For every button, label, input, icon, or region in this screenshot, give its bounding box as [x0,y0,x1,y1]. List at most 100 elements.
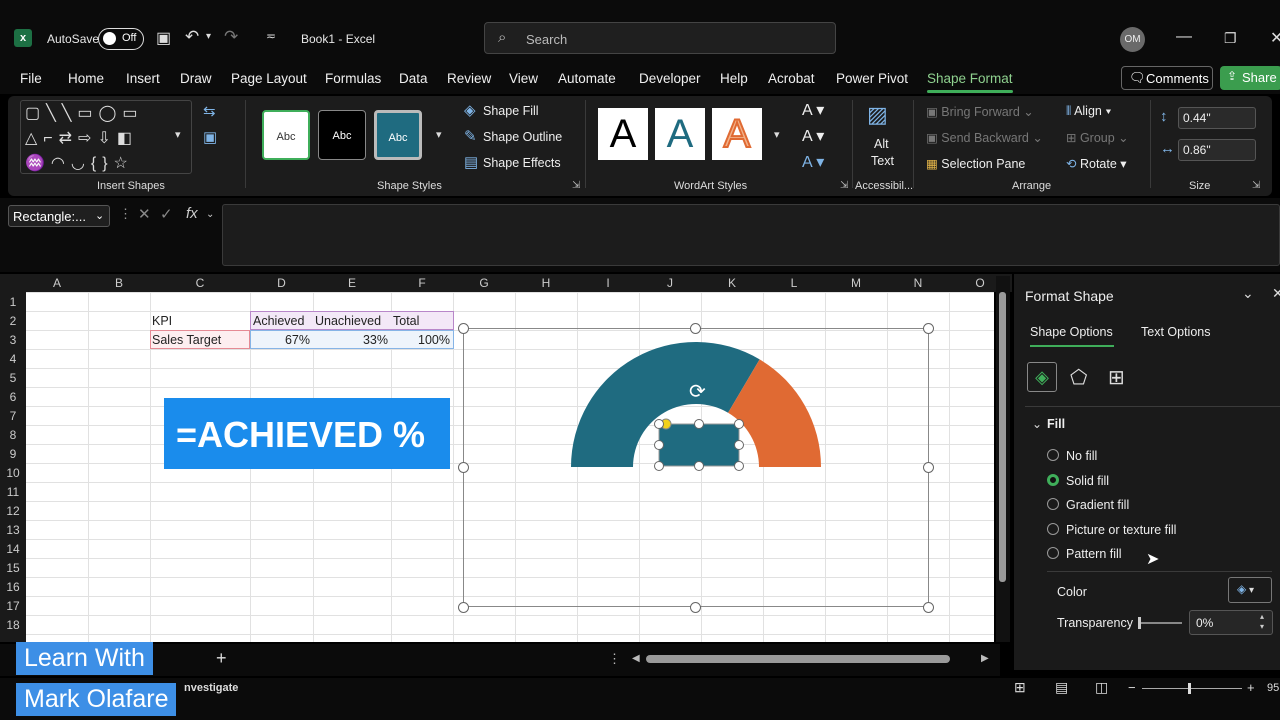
shape-gallery-more-icon[interactable]: ▾ [175,128,181,141]
shape-effects-button[interactable]: Shape Effects [483,156,561,170]
resize-handle[interactable] [923,462,934,473]
transparency-input[interactable]: 0% ▴ ▾ [1189,610,1273,635]
resize-handle[interactable] [690,323,701,334]
shape-height-input[interactable]: 0.44" [1178,107,1256,129]
text-box-icon[interactable]: ▣ [203,128,217,146]
column-header[interactable]: M [825,276,887,290]
search-box[interactable]: ⌕ Search [484,22,836,54]
table-cell-kpi[interactable]: Sales Target [152,333,221,347]
bring-forward-button[interactable]: ▣ Bring Forward ⌄ [926,104,1034,119]
column-header[interactable]: K [701,276,763,290]
column-header[interactable]: C [150,276,250,290]
insert-function-icon[interactable]: fx [186,205,198,222]
panel-close-icon[interactable]: ✕ [1272,285,1280,302]
column-header[interactable]: N [887,276,949,290]
tab-home[interactable]: Home [68,71,104,86]
row-header[interactable]: 7 [0,409,26,423]
resize-handle[interactable] [458,323,469,334]
fill-line-icon[interactable]: ◈ [1027,362,1057,392]
vertical-scrollbar[interactable] [996,276,1010,642]
label-solid-fill[interactable]: Solid fill [1066,474,1109,488]
row-header[interactable]: 6 [0,390,26,404]
tab-draw[interactable]: Draw [180,71,212,86]
close-icon[interactable]: ✕ [1270,28,1280,48]
achieved-banner[interactable]: =ACHIEVED % [164,398,450,469]
shape-gallery[interactable]: ▢╲╲▭◯▭ △⌐⇄⇨⇩◧ ♒◠◡{}☆ [20,100,192,174]
wordart-style-1[interactable]: A [598,108,648,160]
row-header[interactable]: 14 [0,542,26,556]
spin-icon[interactable]: ▴ ▾ [1260,612,1264,632]
column-header[interactable]: D [250,276,313,290]
column-header[interactable]: A [26,276,88,290]
size-launcher-icon[interactable]: ⇲ [1252,180,1260,191]
minimize-icon[interactable]: — [1176,28,1192,46]
column-header[interactable]: L [763,276,825,290]
tab-data[interactable]: Data [399,71,428,86]
effects-icon[interactable]: ⬠ [1070,365,1087,390]
resize-handle[interactable] [458,602,469,613]
alt-text-line1[interactable]: Alt [874,137,889,151]
row-header[interactable]: 3 [0,333,26,347]
alt-text-line2[interactable]: Text [871,154,894,168]
shape-style-2[interactable]: Abc [318,110,366,160]
send-backward-button[interactable]: ▣ Send Backward ⌄ [926,130,1043,145]
save-icon[interactable]: ▣ [156,28,171,48]
shape-style-1[interactable]: Abc [262,110,310,160]
row-header[interactable]: 13 [0,523,26,537]
row-header[interactable]: 5 [0,371,26,385]
zoom-level[interactable]: 95 [1267,682,1279,694]
zoom-slider[interactable] [1142,683,1242,694]
add-sheet-button[interactable]: + [216,648,227,669]
resize-handle[interactable] [923,602,934,613]
row-header[interactable]: 4 [0,352,26,366]
select-all-corner[interactable] [0,274,26,292]
share-button[interactable]: ⇪ Share [1220,66,1280,90]
tab-shape-options[interactable]: Shape Options [1030,325,1113,339]
tab-page-layout[interactable]: Page Layout [231,71,307,86]
row-header[interactable]: 11 [0,485,26,499]
table-header-kpi[interactable]: KPI [152,314,172,328]
wordart-more-icon[interactable]: ▾ [774,128,780,141]
radio-picture-fill[interactable] [1047,523,1059,535]
size-properties-icon[interactable]: ⊞ [1108,365,1125,390]
fill-section-title[interactable]: Fill [1047,417,1065,431]
column-header[interactable]: H [515,276,577,290]
cancel-entry-icon[interactable]: ✕ [138,205,151,223]
alt-text-icon[interactable]: ▨ [867,102,888,128]
column-header[interactable]: I [577,276,639,290]
undo-dropdown-icon[interactable]: ▾ [206,31,211,42]
row-header[interactable]: 8 [0,428,26,442]
row-header[interactable]: 15 [0,561,26,575]
tab-view[interactable]: View [509,71,538,86]
tab-power-pivot[interactable]: Power Pivot [836,71,908,86]
scroll-right-icon[interactable]: ▶ [981,653,989,664]
customize-qat-icon[interactable]: ≂ [266,29,276,43]
table-header-total[interactable]: Total [393,314,419,328]
transparency-slider[interactable] [1138,617,1182,629]
confirm-entry-icon[interactable]: ✓ [160,205,173,223]
panel-options-chevron-icon[interactable]: ⌄ [1242,285,1254,302]
column-header[interactable]: J [639,276,701,290]
wordart-style-2[interactable]: A [655,108,705,160]
row-header[interactable]: 2 [0,314,26,328]
tab-shape-format[interactable]: Shape Format [927,71,1013,86]
label-no-fill[interactable]: No fill [1066,449,1097,463]
table-header-achieved[interactable]: Achieved [253,314,304,328]
redo-icon[interactable]: ↷ [224,27,238,47]
formula-input[interactable] [222,204,1280,266]
fx-dropdown-icon[interactable]: ⌄ [206,209,214,220]
row-header[interactable]: 9 [0,447,26,461]
row-header[interactable]: 18 [0,618,26,632]
restore-icon[interactable]: ❐ [1224,30,1237,47]
undo-icon[interactable]: ↶ [185,27,199,47]
tab-review[interactable]: Review [447,71,491,86]
wordart-style-3[interactable]: A [712,108,762,160]
tab-text-options[interactable]: Text Options [1141,325,1210,339]
row-header[interactable]: 10 [0,466,26,480]
selection-pane-button[interactable]: ▦ Selection Pane [926,156,1025,171]
table-cell-achieved[interactable]: 67% [250,333,310,347]
radio-solid-fill[interactable] [1047,474,1059,486]
edit-shape-icon[interactable]: ⇆ [203,102,216,120]
name-box[interactable]: Rectangle:... ⌄ [8,205,110,227]
text-effects-icon[interactable]: A ▾ [802,152,824,172]
